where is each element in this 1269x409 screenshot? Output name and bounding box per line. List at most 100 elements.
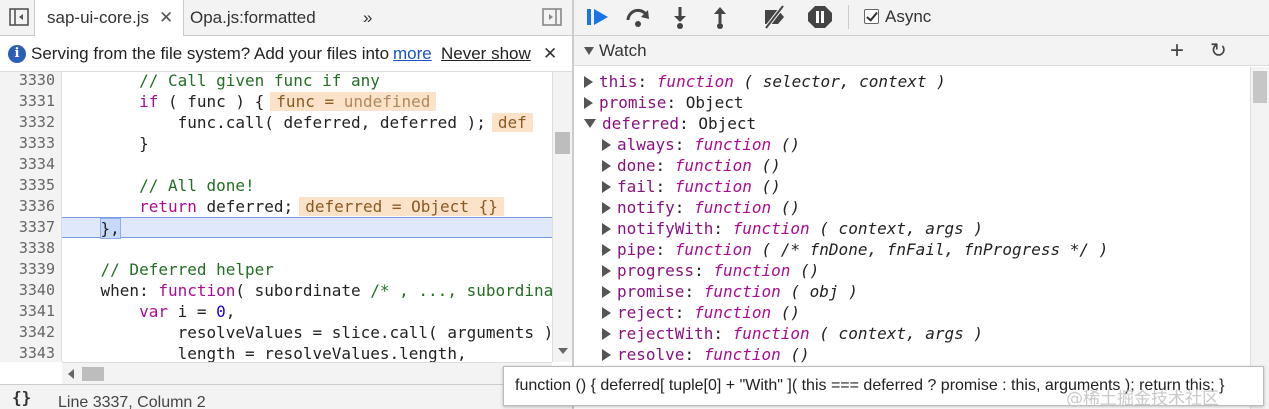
scrollbar-thumb[interactable] (82, 367, 104, 381)
line-number[interactable]: 3341 (0, 301, 55, 322)
expand-triangle-icon[interactable] (602, 223, 611, 235)
line-number[interactable]: 3343 (0, 343, 55, 362)
close-tab-icon[interactable]: ✕ (159, 8, 173, 27)
line-number[interactable]: 3335 (0, 175, 55, 196)
expanded-triangle-icon[interactable] (584, 119, 596, 128)
step-out-icon[interactable] (706, 4, 734, 30)
collapse-triangle-icon[interactable] (584, 47, 594, 55)
line-number[interactable]: 3337 (0, 217, 55, 238)
watch-row-notifyWith[interactable]: notifyWith: function ( context, args ) (602, 218, 983, 239)
code-line-3337-current[interactable]: }, (62, 217, 552, 239)
scrollbar-thumb[interactable] (555, 132, 570, 154)
code-line-3339[interactable]: // Deferred helper (62, 259, 552, 280)
infobar-never-show-link[interactable]: Never show (441, 36, 531, 71)
line-number[interactable]: 3336 (0, 196, 55, 217)
code-line-3340[interactable]: when: function( subordinate /* , ..., su… (62, 280, 572, 301)
async-label: Async (885, 7, 932, 26)
infobar-message: Serving from the file system? Add your f… (31, 44, 389, 63)
watch-row-done[interactable]: done: function () (602, 155, 781, 176)
code-line-3336[interactable]: return deferred; deferred = Object {} (62, 196, 552, 217)
code-line-3343[interactable]: length = resolveValues.length, (62, 343, 552, 362)
expand-triangle-icon[interactable] (602, 307, 611, 319)
watch-row-pipe[interactable]: pipe: function ( /* fnDone, fnFail, fnPr… (602, 239, 1108, 260)
watch-row-rejectWith[interactable]: rejectWith: function ( context, args ) (602, 323, 983, 344)
deactivate-breakpoints-icon[interactable] (761, 4, 789, 30)
pretty-print-icon[interactable]: {} (12, 385, 31, 409)
async-checkbox[interactable]: Async (864, 0, 931, 36)
expand-triangle-icon[interactable] (602, 328, 611, 340)
scroll-left-arrow-icon[interactable] (68, 369, 74, 379)
line-number[interactable]: 3330 (0, 72, 55, 91)
line-number[interactable]: 3340 (0, 280, 55, 301)
line-number[interactable]: 3338 (0, 238, 55, 259)
expand-triangle-icon[interactable] (584, 76, 593, 88)
infobar-close-icon[interactable]: ✕ (543, 36, 557, 71)
watch-scrollbar[interactable] (1250, 67, 1269, 409)
tab-opa-formatted[interactable]: Opa.js:formatted (190, 0, 340, 36)
watch-key: this (599, 72, 638, 91)
expand-triangle-icon[interactable] (584, 97, 593, 109)
line-number[interactable]: 3331 (0, 91, 55, 112)
code-line-3338[interactable] (62, 238, 552, 259)
toggle-debugger-sidebar-icon[interactable] (541, 6, 563, 28)
tab-sap-ui-core[interactable]: sap-ui-core.js ✕ (34, 0, 184, 37)
code-line-3334[interactable] (62, 154, 552, 175)
watch-row-promise[interactable]: promise: Object (584, 92, 744, 113)
line-number[interactable]: 3339 (0, 259, 55, 280)
watch-list: this: function ( selector, context ) prom… (574, 67, 1250, 409)
refresh-watch-icon[interactable]: ↻ (1210, 36, 1227, 66)
scrollbar-thumb[interactable] (1253, 71, 1267, 103)
expand-triangle-icon[interactable] (602, 286, 611, 298)
resume-icon[interactable] (584, 4, 612, 30)
code-line-3331[interactable]: if ( func ) {func = undefined (62, 91, 552, 112)
async-checkbox-box[interactable] (864, 9, 879, 24)
line-number[interactable]: 3334 (0, 154, 55, 175)
expand-triangle-icon[interactable] (602, 181, 611, 193)
line-number[interactable]: 3332 (0, 112, 55, 133)
code-line-3332[interactable]: func.call( deferred, deferred ); def (62, 112, 552, 133)
editor-horizontal-scrollbar[interactable] (62, 362, 552, 384)
code-editor[interactable]: 3330 3331 3332 3333 3334 3335 3336 3337 … (0, 72, 572, 362)
watch-value-args: ( selector, context ) (733, 72, 946, 91)
line-number[interactable]: 3333 (0, 133, 55, 154)
step-over-icon[interactable] (624, 4, 652, 30)
expand-triangle-icon[interactable] (602, 160, 611, 172)
watch-value-type: function (732, 219, 810, 238)
watch-row-always[interactable]: always: function () (602, 134, 800, 155)
watch-row-progress[interactable]: progress: function () (602, 260, 819, 281)
line-number[interactable]: 3342 (0, 322, 55, 343)
watch-row-resolve[interactable]: resolve: function () (602, 344, 810, 365)
watch-value-args: ( context, args ) (809, 324, 984, 343)
tab-overflow-chevron-icon[interactable]: » (363, 0, 383, 36)
expand-triangle-icon[interactable] (602, 139, 611, 151)
watch-value: Object (698, 114, 757, 133)
code-line-3333[interactable]: } (62, 133, 552, 154)
code-line-3341[interactable]: var i = 0, (62, 301, 552, 322)
toggle-navigator-icon[interactable] (8, 6, 30, 28)
expand-triangle-icon[interactable] (602, 349, 611, 361)
code-line-3342[interactable]: resolveValues = slice.call( arguments ), (62, 322, 563, 343)
code-line-3330[interactable]: // Call given func if any (62, 72, 552, 91)
add-watch-expression-icon[interactable]: + (1170, 36, 1184, 66)
watch-section-header[interactable]: Watch + ↻ (574, 36, 1269, 66)
watch-value-type: function (674, 177, 752, 196)
infobar-more-link[interactable]: more (393, 36, 432, 71)
editor-vertical-scrollbar[interactable] (552, 72, 572, 362)
code-line-3335[interactable]: // All done! (62, 175, 552, 196)
expand-triangle-icon[interactable] (602, 265, 611, 277)
watch-key: deferred (602, 114, 680, 133)
watch-row-notify[interactable]: notify: function () (602, 197, 800, 218)
expand-triangle-icon[interactable] (602, 244, 611, 256)
watch-row-fail[interactable]: fail: function () (602, 176, 781, 197)
scroll-down-arrow-icon[interactable] (558, 348, 568, 354)
watch-value-type: function (674, 156, 752, 175)
step-into-icon[interactable] (666, 4, 694, 30)
watch-row-deferred[interactable]: deferred: Object (584, 113, 756, 134)
watch-value-args: () (780, 345, 810, 364)
watch-row-this[interactable]: this: function ( selector, context ) (584, 71, 946, 92)
expand-triangle-icon[interactable] (602, 202, 611, 214)
line-number-gutter[interactable]: 3330 3331 3332 3333 3334 3335 3336 3337 … (0, 72, 62, 362)
watch-row-reject[interactable]: reject: function () (602, 302, 800, 323)
pause-on-exceptions-icon[interactable] (806, 4, 834, 30)
watch-row-promise[interactable]: promise: function ( obj ) (602, 281, 858, 302)
